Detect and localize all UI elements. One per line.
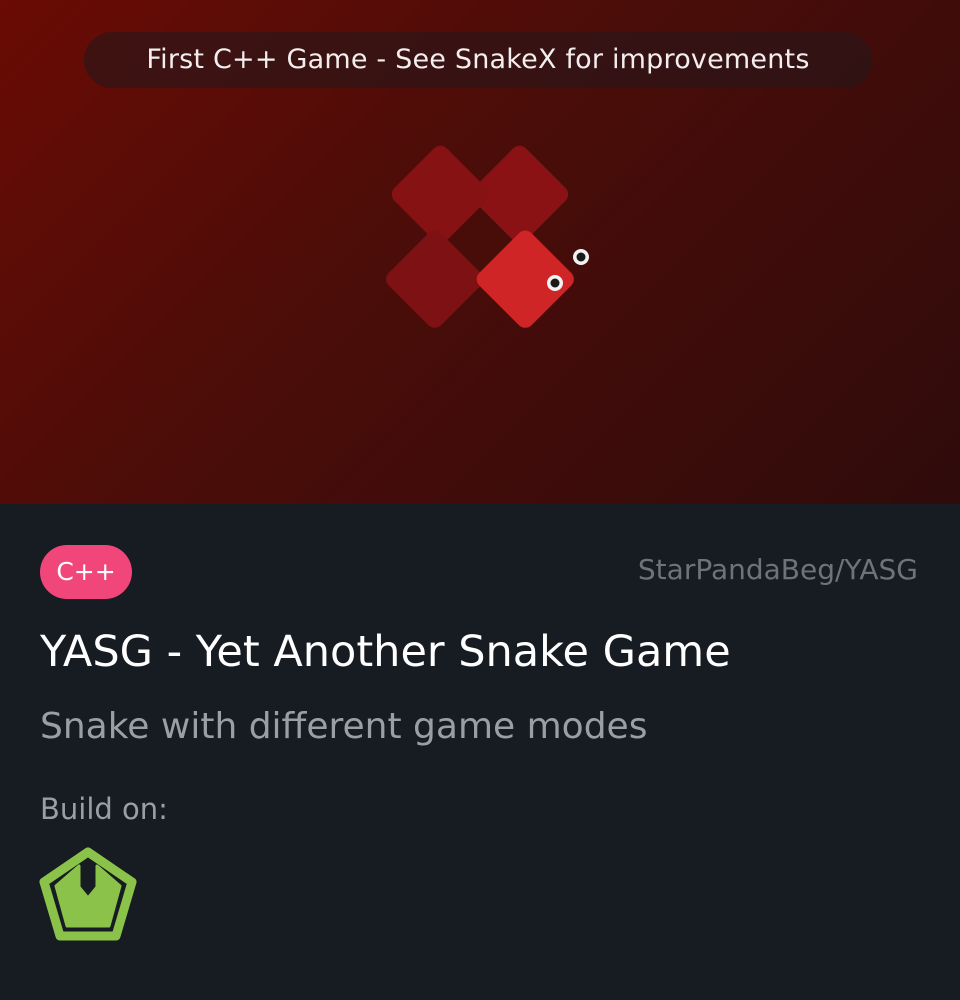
snake-logo-icon <box>386 145 589 328</box>
build-label: Build on: <box>40 792 168 826</box>
repo-link[interactable]: StarPandaBeg/YASG <box>638 550 918 590</box>
project-title[interactable]: YASG - Yet Another Snake Game <box>40 622 731 682</box>
language-badge: C++ <box>40 545 132 599</box>
project-note: First C++ Game - See SnakeX for improvem… <box>84 32 872 88</box>
snake-tile-left <box>391 145 489 243</box>
project-info: C++ StarPandaBeg/YASG YASG - Yet Another… <box>0 504 960 1000</box>
project-card[interactable]: First C++ Game - See SnakeX for improvem… <box>0 0 960 1000</box>
project-banner: First C++ Game - See SnakeX for improvem… <box>0 0 960 504</box>
spring-logo-icon <box>39 847 137 941</box>
project-description: Snake with different game modes <box>40 706 648 747</box>
snake-tile-bottom <box>386 230 484 328</box>
